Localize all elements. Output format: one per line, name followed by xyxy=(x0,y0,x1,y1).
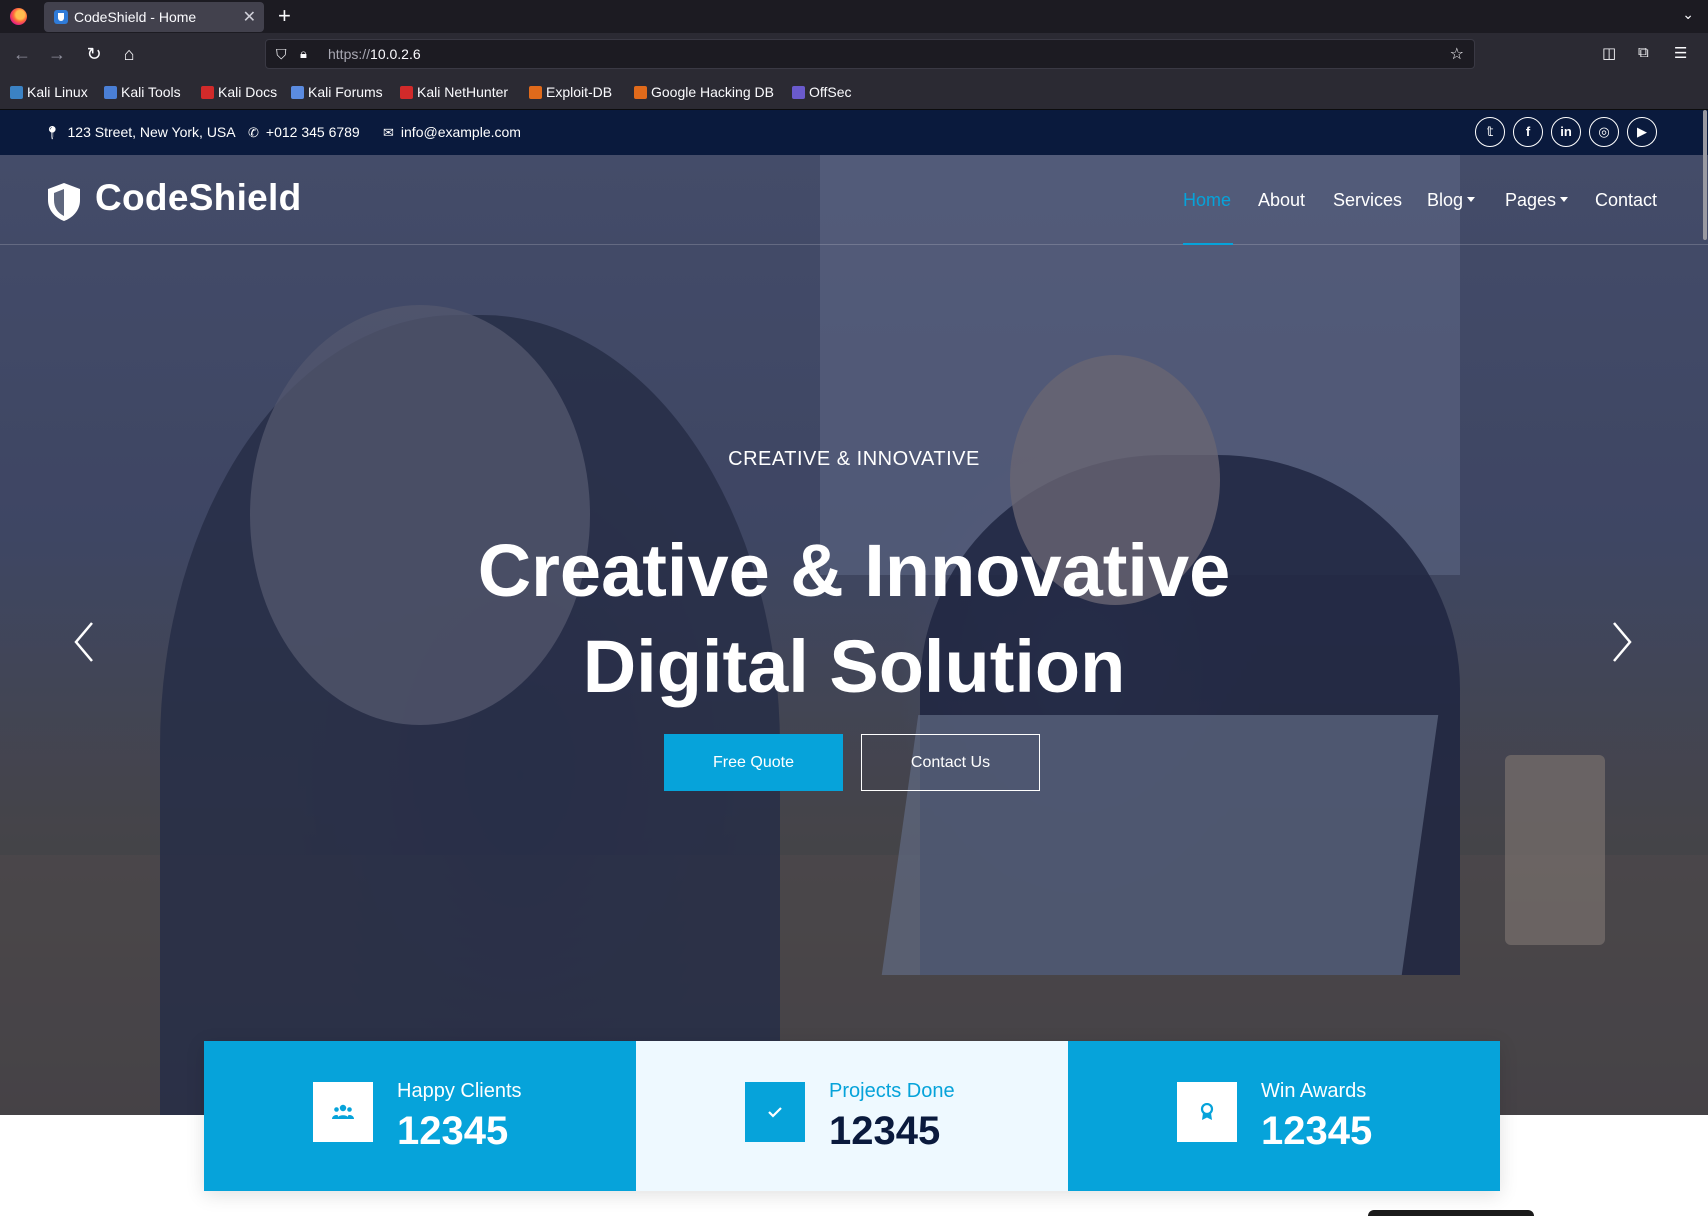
nethunter-icon xyxy=(400,86,413,99)
email-info: ✉ info@example.com xyxy=(383,124,521,140)
stat-label: Win Awards xyxy=(1261,1080,1367,1102)
carousel-next-chevron-icon[interactable] xyxy=(1606,617,1636,667)
stats-bar: Happy Clients 12345 Projects Done 12345 … xyxy=(204,1041,1500,1191)
firefox-logo-icon xyxy=(10,8,27,25)
ghdb-icon xyxy=(634,86,647,99)
home-icon[interactable]: ⌂ xyxy=(117,42,141,66)
stat-value: 12345 xyxy=(1261,1109,1373,1153)
twitter-icon[interactable]: 𝕥 xyxy=(1475,117,1505,147)
pocket-icon[interactable]: ◫ xyxy=(1602,44,1616,62)
nav-home[interactable]: Home xyxy=(1183,190,1231,211)
bookmark-kali-tools[interactable]: Kali Tools xyxy=(104,84,181,100)
hero-title-line2: Digital Solution xyxy=(582,625,1126,708)
scrollbar-thumb[interactable] xyxy=(1703,110,1707,240)
url-bar[interactable]: ⛉ 🔒︎ https://10.0.2.6 ☆ xyxy=(265,39,1475,69)
tab-close-icon[interactable]: ✕ xyxy=(243,7,256,27)
caret-down-icon xyxy=(1560,197,1569,202)
tracking-shield-icon[interactable]: ⛉ xyxy=(276,46,287,63)
users-icon xyxy=(313,1082,373,1142)
forward-icon[interactable]: → xyxy=(45,42,69,66)
facebook-icon[interactable]: f xyxy=(1513,117,1543,147)
map-pin-icon: 📍︎ xyxy=(44,125,61,140)
bookmark-offsec[interactable]: OffSec xyxy=(792,84,852,100)
tab-list-chevron-icon[interactable]: ⌄ xyxy=(1682,6,1694,23)
bookmark-exploit-db[interactable]: Exploit-DB xyxy=(529,84,612,100)
nav-pages[interactable]: Pages xyxy=(1505,190,1569,211)
phone-info: ✆ +012 345 6789 xyxy=(248,124,360,140)
check-icon xyxy=(745,1082,805,1142)
url-host: 10.0.2.6 xyxy=(370,46,421,62)
carousel-prev-chevron-icon[interactable] xyxy=(70,617,100,667)
lock-icon[interactable]: 🔒︎ xyxy=(300,46,307,62)
back-icon[interactable]: ← xyxy=(10,42,34,66)
linkedin-icon[interactable]: in xyxy=(1551,117,1581,147)
bookmarks-toolbar: Kali Linux Kali Tools Kali Docs Kali For… xyxy=(0,75,1708,110)
hero-subtitle: CREATIVE & INNOVATIVE xyxy=(728,448,980,470)
browser-tab[interactable]: CodeShield - Home ✕ xyxy=(44,2,264,32)
free-quote-button[interactable]: Free Quote xyxy=(664,734,843,791)
nav-active-underline xyxy=(1183,243,1233,245)
bookmark-google-hacking-db[interactable]: Google Hacking DB xyxy=(634,84,774,100)
shield-favicon-icon xyxy=(54,10,68,24)
extensions-icon[interactable]: ⧉ xyxy=(1638,44,1649,61)
url-scheme: https:// xyxy=(328,46,371,62)
browser-tab-bar: CodeShield - Home ✕ + ⌄ xyxy=(0,0,1708,33)
kali-forums-icon xyxy=(291,86,304,99)
offsec-icon xyxy=(792,86,805,99)
instagram-icon[interactable]: ◎ xyxy=(1589,117,1619,147)
hero-carousel: CodeShield Home About Services Blog Page… xyxy=(0,155,1708,1115)
stat-label: Projects Done xyxy=(829,1080,955,1102)
site-header: CodeShield Home About Services Blog Page… xyxy=(0,155,1708,245)
site-logo-text[interactable]: CodeShield xyxy=(95,177,302,219)
shield-logo-icon[interactable] xyxy=(46,182,82,222)
exploit-db-icon xyxy=(529,86,542,99)
bookmark-kali-forums[interactable]: Kali Forums xyxy=(291,84,383,100)
address-info: 📍︎ 123 Street, New York, USA xyxy=(44,124,236,140)
bookmark-kali-nethunter[interactable]: Kali NetHunter xyxy=(400,84,508,100)
nav-blog[interactable]: Blog xyxy=(1427,190,1476,211)
kali-dragon-icon xyxy=(10,86,23,99)
bookmark-star-icon[interactable]: ☆ xyxy=(1450,44,1464,64)
page-scrollbar[interactable] xyxy=(1702,110,1708,1216)
stat-label: Happy Clients xyxy=(397,1080,522,1102)
stat-projects-done: Projects Done 12345 xyxy=(636,1041,1068,1191)
caret-down-icon xyxy=(1467,197,1476,202)
stat-happy-clients: Happy Clients 12345 xyxy=(204,1041,636,1191)
bookmark-kali-linux[interactable]: Kali Linux xyxy=(10,84,88,100)
website-viewport: 📍︎ 123 Street, New York, USA ✆ +012 345 67… xyxy=(0,110,1708,1216)
youtube-icon[interactable]: ▶ xyxy=(1627,117,1657,147)
award-icon xyxy=(1177,1082,1237,1142)
contact-us-button[interactable]: Contact Us xyxy=(861,734,1040,791)
kali-docs-icon xyxy=(201,86,214,99)
phone-icon: ✆ xyxy=(248,125,259,140)
bookmark-kali-docs[interactable]: Kali Docs xyxy=(201,84,277,100)
kali-tools-icon xyxy=(104,86,117,99)
hero-title: Creative & Innovative Digital Solution xyxy=(254,523,1454,715)
browser-nav-bar: ← → ↻ ⌂ ⛉ 🔒︎ https://10.0.2.6 ☆ ◫ ⧉ ☰ xyxy=(0,33,1708,75)
stat-win-awards: Win Awards 12345 xyxy=(1068,1041,1500,1191)
new-tab-button[interactable]: + xyxy=(278,3,291,29)
nav-about[interactable]: About xyxy=(1258,190,1305,211)
url-text[interactable]: https://10.0.2.6 xyxy=(328,46,421,62)
hamburger-menu-icon[interactable]: ☰ xyxy=(1674,44,1687,62)
hero-title-line1: Creative & Innovative xyxy=(477,529,1231,612)
stat-value: 12345 xyxy=(397,1109,509,1153)
envelope-open-icon: ✉ xyxy=(383,125,394,140)
reload-icon[interactable]: ↻ xyxy=(82,42,106,66)
nav-services[interactable]: Services xyxy=(1333,190,1402,211)
stat-value: 12345 xyxy=(829,1109,941,1153)
site-top-bar: 📍︎ 123 Street, New York, USA ✆ +012 345 67… xyxy=(0,110,1708,155)
nav-contact[interactable]: Contact xyxy=(1595,190,1657,211)
floating-widget-edge[interactable] xyxy=(1368,1210,1534,1216)
tab-title: CodeShield - Home xyxy=(74,9,197,25)
